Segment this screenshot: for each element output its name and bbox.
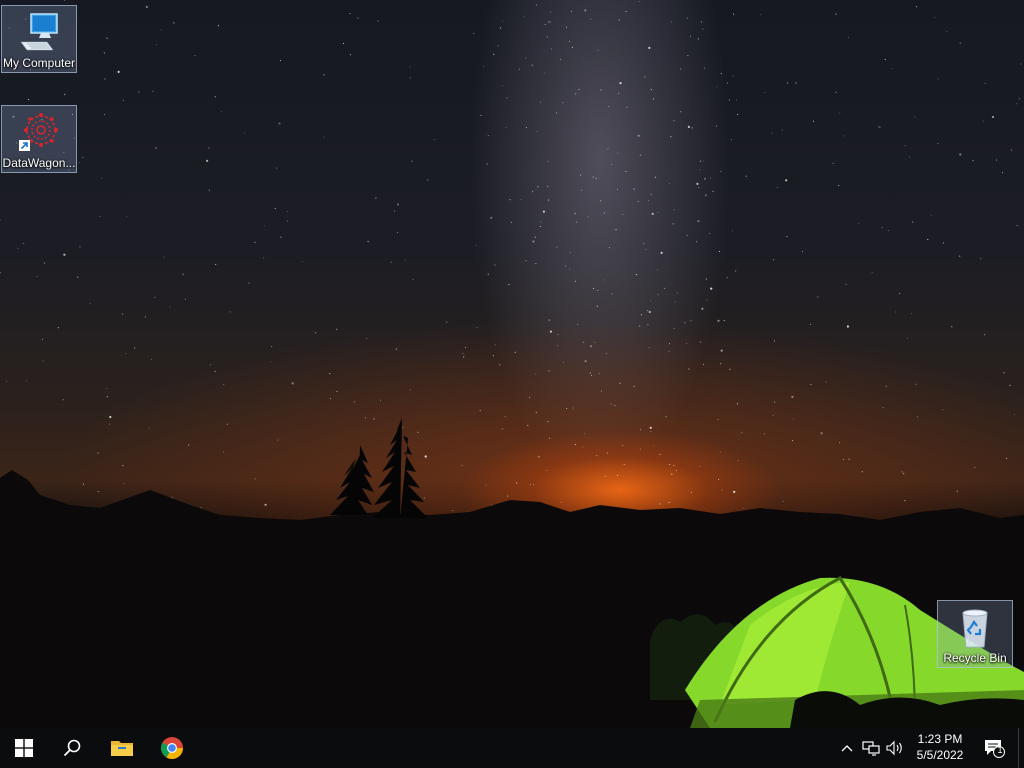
network-icon: [862, 741, 880, 756]
taskbar: 1:23 PM 5/5/2022 1: [0, 728, 1024, 768]
desktop-icon-label: My Computer: [2, 56, 76, 70]
desktop-icon-label: Recycle Bin: [943, 651, 1007, 665]
taskbar-clock[interactable]: 1:23 PM 5/5/2022: [906, 731, 974, 763]
clock-date: 5/5/2022: [916, 748, 964, 762]
desktop-icon-my-computer[interactable]: My Computer: [1, 5, 77, 73]
desktop-wallpaper[interactable]: My Computer DataWagon... Recycle Bin: [0, 0, 1024, 728]
action-center-button[interactable]: 1: [982, 738, 1006, 758]
search-icon: [63, 739, 81, 757]
start-button[interactable]: [0, 728, 48, 768]
file-explorer-icon: [111, 741, 133, 756]
desktop-icon-label: DataWagon...: [2, 156, 76, 170]
desktop-icon-datawagon[interactable]: DataWagon...: [1, 105, 77, 173]
chrome-button[interactable]: [148, 728, 196, 768]
tray-overflow-button[interactable]: [837, 738, 857, 758]
clock-time: 1:23 PM: [917, 732, 963, 746]
volume-icon: [886, 740, 902, 756]
landscape-silhouette: [0, 418, 1024, 728]
notification-badge: 1: [997, 745, 1003, 755]
volume-button[interactable]: [885, 738, 905, 758]
show-desktop-button[interactable]: [1018, 728, 1024, 768]
desktop-icon-recycle-bin[interactable]: Recycle Bin: [937, 600, 1013, 668]
datawagon-icon: [19, 113, 58, 151]
computer-icon: [20, 13, 58, 51]
file-explorer-button[interactable]: [98, 728, 146, 768]
recycle-bin-icon: [962, 609, 988, 648]
chevron-up-icon: [841, 745, 853, 752]
windows-logo-icon: [15, 739, 33, 757]
search-button[interactable]: [48, 728, 96, 768]
chrome-icon: [161, 737, 183, 759]
network-button[interactable]: [861, 738, 881, 758]
